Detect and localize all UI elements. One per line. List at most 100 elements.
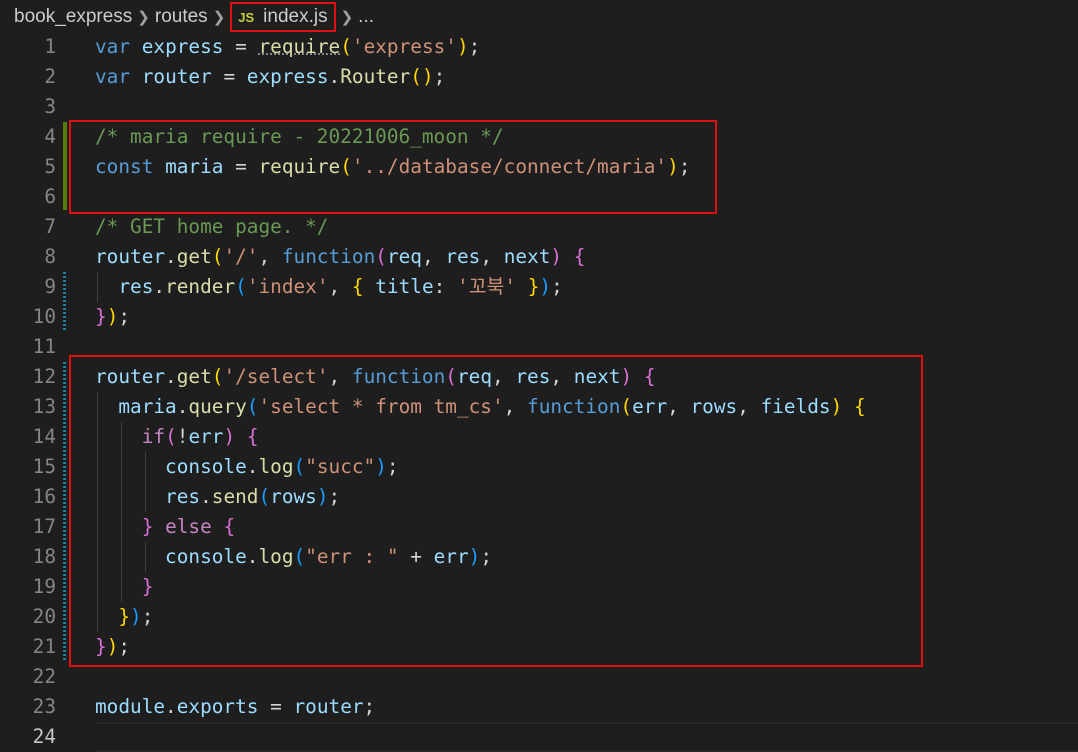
- code-token: ,: [328, 275, 352, 298]
- code-token: ;: [118, 305, 131, 328]
- code-line[interactable]: 3: [0, 92, 1078, 122]
- code-token: res: [118, 275, 154, 298]
- line-number: 1: [44, 35, 56, 58]
- code-token: module: [95, 695, 166, 718]
- code-token: 'index': [246, 275, 329, 298]
- code-line[interactable]: 2 var router = express.Router();: [0, 62, 1078, 92]
- breadcrumb-item-routes[interactable]: routes: [155, 6, 208, 28]
- breadcrumb-item-file[interactable]: JS index.js: [230, 2, 336, 32]
- code-token: (: [375, 245, 387, 268]
- code-token: router: [293, 695, 364, 718]
- breadcrumb: book_express ❯ routes ❯ JS index.js ❯ ..…: [0, 0, 1078, 34]
- code-token: get: [176, 245, 212, 268]
- code-token: res: [445, 245, 481, 268]
- code-token: render: [165, 275, 236, 298]
- line-number: 12: [32, 365, 56, 388]
- code-token: ;: [551, 275, 563, 298]
- line-number: 15: [32, 455, 56, 478]
- line-number: 3: [44, 95, 56, 118]
- line-number: 4: [44, 125, 56, 148]
- code-token: :: [433, 275, 458, 298]
- line-number: 22: [32, 665, 56, 688]
- code-token: .: [153, 275, 166, 298]
- code-token: ;: [363, 695, 376, 718]
- code-token: (): [410, 65, 434, 88]
- code-token: (: [235, 275, 247, 298]
- code-token: =: [223, 35, 259, 58]
- code-token: ,: [480, 245, 504, 268]
- line-number: 20: [32, 605, 56, 628]
- code-token: =: [258, 695, 294, 718]
- line-number: 8: [44, 245, 56, 268]
- highlight-box-select-route: [69, 355, 923, 667]
- code-token: .: [165, 245, 177, 268]
- breadcrumb-more[interactable]: ...: [358, 6, 374, 28]
- code-line[interactable]: 1 var express = require('express');: [0, 32, 1078, 62]
- code-token: ,: [421, 245, 446, 268]
- code-token: .: [165, 695, 177, 718]
- line-number: 17: [32, 515, 56, 538]
- line-number: 14: [32, 425, 56, 448]
- line-number: 18: [32, 545, 56, 568]
- code-token: 'express': [351, 35, 457, 58]
- code-token: router: [95, 245, 166, 268]
- code-line[interactable]: 23 module.exports = router;: [0, 692, 1078, 722]
- code-line[interactable]: 8 router.get('/', function(req, res, next…: [0, 242, 1078, 272]
- code-token: ): [539, 275, 552, 298]
- line-number: 21: [32, 635, 56, 658]
- code-token: {: [573, 245, 586, 268]
- line-number: 9: [44, 275, 56, 298]
- code-token: ): [550, 245, 563, 268]
- line-number: 13: [32, 395, 56, 418]
- code-token: .: [328, 65, 341, 88]
- line-code: router.get('/', function(req, res, next)…: [95, 242, 585, 272]
- code-token: express: [141, 35, 224, 58]
- line-number: 11: [32, 335, 56, 358]
- line-number: 7: [44, 215, 56, 238]
- current-line-highlight: [96, 722, 1078, 752]
- line-code: var router = express.Router();: [95, 62, 445, 92]
- code-token: express: [246, 65, 329, 88]
- code-line[interactable]: 9 res.render('index', { title: '꼬북' });: [0, 272, 1078, 302]
- code-token: ;: [433, 65, 446, 88]
- line-number: 5: [44, 155, 56, 178]
- code-token: {: [351, 275, 364, 298]
- code-token: router: [141, 65, 212, 88]
- code-line[interactable]: 7 /* GET home page. */: [0, 212, 1078, 242]
- chevron-right-icon: ❯: [212, 9, 226, 26]
- line-code: });: [95, 302, 130, 332]
- code-line[interactable]: 24: [0, 722, 1078, 752]
- chevron-right-icon: ❯: [137, 9, 150, 26]
- highlight-box-maria-require: [69, 120, 717, 214]
- code-token: ,: [258, 245, 282, 268]
- line-code: /* GET home page. */: [95, 212, 328, 242]
- line-number: 23: [32, 695, 56, 718]
- code-token: title: [375, 275, 434, 298]
- line-number: 10: [32, 305, 56, 328]
- line-number: 24: [32, 725, 56, 748]
- code-token: function: [281, 245, 376, 268]
- code-token: exports: [176, 695, 259, 718]
- code-token: '꼬북': [457, 275, 517, 298]
- code-token: =: [211, 65, 247, 88]
- code-token: var: [95, 65, 131, 88]
- code-token: next: [503, 245, 551, 268]
- code-token: }: [527, 275, 540, 298]
- line-code: var express = require('express');: [95, 32, 480, 62]
- line-number: 2: [44, 65, 56, 88]
- code-line[interactable]: 10});: [0, 302, 1078, 332]
- line-code: module.exports = router;: [95, 692, 375, 722]
- code-token: Router: [340, 65, 411, 88]
- code-token: (: [211, 245, 224, 268]
- breadcrumb-item-book-express[interactable]: book_express: [14, 6, 132, 28]
- line-number: 6: [44, 185, 56, 208]
- code-token: req: [386, 245, 422, 268]
- line-code: res.render('index', { title: '꼬북' });: [95, 272, 563, 302]
- code-token: (: [340, 35, 352, 58]
